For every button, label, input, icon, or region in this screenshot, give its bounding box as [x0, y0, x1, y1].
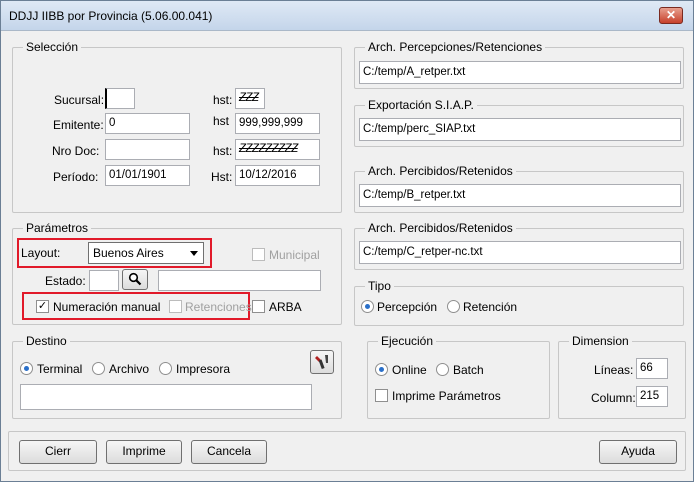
destino-path-input[interactable] — [20, 384, 312, 410]
dimension-title: Dimension — [569, 334, 632, 348]
nrodoc-input[interactable] — [105, 139, 190, 160]
sucursal-input[interactable] — [105, 88, 135, 109]
percepciones-title: Arch. Percepciones/Retenciones — [365, 40, 546, 54]
sucursal-label: Sucursal: — [54, 93, 105, 107]
percibidos-title: Arch. Percibidos/Retenidos — [365, 164, 516, 178]
sucursal-hst-label: hst: — [213, 93, 233, 107]
emitente-hst-input[interactable]: 999,999,999 — [235, 113, 320, 134]
nrodoc-label: Nro Doc: — [52, 144, 100, 158]
percibidos2-title: Arch. Percibidos/Retenidos — [365, 221, 516, 235]
sucursal-hst-input[interactable]: ZZZ — [235, 88, 265, 109]
percepcion-radio[interactable] — [361, 300, 374, 313]
retencion-label: Retención — [463, 300, 518, 314]
tipo-title: Tipo — [365, 279, 394, 293]
imprime-button[interactable]: Imprime — [106, 440, 182, 464]
imprime-parametros-label: Imprime Parámetros — [392, 389, 501, 403]
impresora-label: Impresora — [176, 362, 231, 376]
retencion-radio[interactable] — [447, 300, 460, 313]
periodo-input[interactable]: 01/01/1901 — [105, 165, 190, 186]
emitente-hst-label: hst — [213, 114, 230, 128]
close-button[interactable]: ✕ — [659, 7, 683, 24]
periodo-hst-input[interactable]: 10/12/2016 — [235, 165, 320, 186]
ejecucion-group: Ejecución — [367, 334, 550, 419]
percibidos2-path-input[interactable]: C:/temp/C_retper-nc.txt — [359, 241, 681, 264]
cierr-button[interactable]: Cierr — [19, 440, 97, 464]
title-bar[interactable]: DDJJ IIBB por Provincia (5.06.00.041) ✕ — [1, 1, 693, 31]
tools-icon — [315, 355, 328, 370]
imprime-parametros-checkbox[interactable] — [375, 389, 388, 402]
window-title: DDJJ IIBB por Provincia (5.06.00.041) — [9, 9, 213, 23]
layout-select[interactable]: Buenos Aires — [88, 242, 204, 264]
cancela-button[interactable]: Cancela — [191, 440, 267, 464]
column-label: Column: — [591, 391, 636, 405]
lineas-input[interactable]: 66 — [636, 358, 668, 379]
percepciones-path-input[interactable]: C:/temp/A_retper.txt — [359, 61, 681, 84]
layout-select-value: Buenos Aires — [93, 246, 164, 260]
arba-checkbox[interactable] — [252, 300, 265, 313]
emitente-label: Emitente: — [53, 118, 104, 132]
terminal-radio[interactable] — [20, 362, 33, 375]
seleccion-title: Selección — [23, 40, 82, 54]
estado-description — [158, 270, 321, 291]
numeracion-label: Numeración manual — [53, 300, 161, 314]
numeracion-checkbox[interactable]: ✓ — [36, 300, 49, 313]
estado-label: Estado: — [45, 274, 86, 288]
municipal-checkbox[interactable] — [252, 248, 265, 261]
estado-search-button[interactable] — [122, 269, 148, 290]
nrodoc-hst-label: hst: — [213, 144, 233, 158]
layout-label: Layout: — [21, 246, 61, 260]
emitente-input[interactable]: 0 — [105, 113, 190, 134]
arba-label: ARBA — [269, 300, 302, 314]
ejecucion-title: Ejecución — [378, 334, 437, 348]
chevron-down-icon — [190, 251, 198, 256]
printer-setup-button[interactable] — [310, 350, 334, 374]
siap-path-input[interactable]: C:/temp/perc_SIAP.txt — [359, 118, 681, 141]
online-label: Online — [392, 363, 427, 377]
periodo-label: Período: — [53, 170, 99, 184]
nrodoc-hst-input[interactable]: ZZZZZZZZZ — [235, 139, 320, 160]
percepcion-label: Percepción — [377, 300, 438, 314]
parametros-title: Parámetros — [23, 221, 92, 235]
terminal-label: Terminal — [37, 362, 83, 376]
estado-input[interactable] — [89, 270, 119, 291]
search-icon — [128, 272, 142, 286]
batch-radio[interactable] — [436, 363, 449, 376]
archivo-label: Archivo — [109, 362, 150, 376]
retenciones-label: Retenciones — [185, 300, 252, 314]
archivo-radio[interactable] — [92, 362, 105, 375]
lineas-label: Líneas: — [594, 363, 634, 377]
siap-title: Exportación S.I.A.P. — [365, 98, 477, 112]
retenciones-checkbox[interactable] — [169, 300, 182, 313]
impresora-radio[interactable] — [159, 362, 172, 375]
municipal-label: Municipal — [269, 248, 320, 262]
batch-label: Batch — [453, 363, 484, 377]
percibidos-path-input[interactable]: C:/temp/B_retper.txt — [359, 184, 681, 207]
column-input[interactable]: 215 — [636, 386, 668, 407]
ayuda-button[interactable]: Ayuda — [599, 440, 677, 464]
dimension-group: Dimension — [558, 334, 686, 419]
online-radio[interactable] — [375, 363, 388, 376]
periodo-hst-label: Hst: — [211, 170, 233, 184]
dialog-window: DDJJ IIBB por Provincia (5.06.00.041) ✕ … — [0, 0, 694, 482]
destino-title: Destino — [23, 334, 70, 348]
